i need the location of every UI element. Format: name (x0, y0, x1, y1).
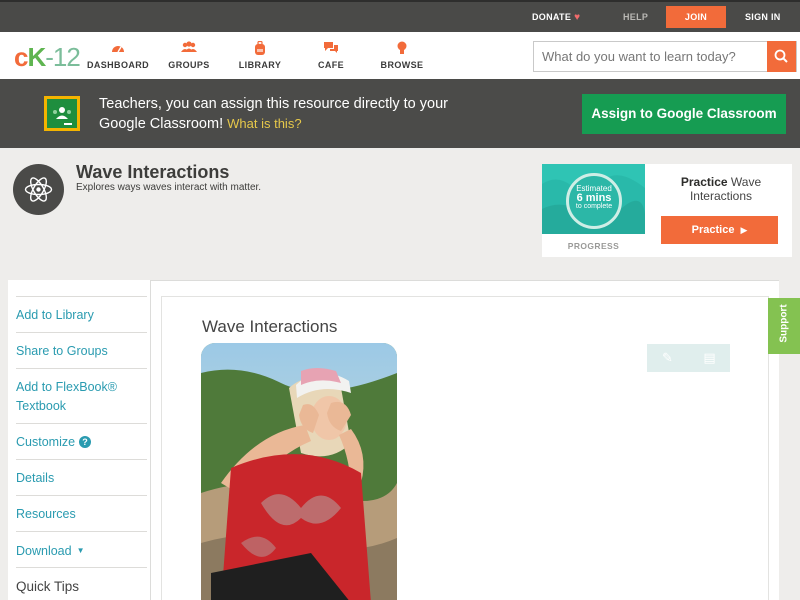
practice-card: Estimated 6 mins to complete PROGRESS Pr… (542, 164, 792, 257)
google-classroom-banner: Teachers, you can assign this resource d… (0, 79, 800, 148)
search-input[interactable] (534, 42, 769, 71)
practice-button[interactable]: Practice ▶ (661, 216, 778, 244)
logo-k: K (27, 42, 46, 72)
nav-groups[interactable]: GROUPS (149, 41, 229, 70)
support-tab[interactable]: Support (768, 298, 800, 354)
cafe-chat-icon (291, 41, 371, 57)
groups-people-icon (149, 41, 229, 57)
to-complete-label: to complete (575, 203, 613, 210)
sidebar-item-add-to-flexbook[interactable]: Add to FlexBook® Textbook (16, 368, 147, 416)
atom-icon (13, 164, 64, 215)
nav-groups-label: GROUPS (168, 60, 210, 70)
estimated-time-badge: Estimated 6 mins to complete (566, 173, 622, 229)
caret-down-icon: ▼ (76, 546, 85, 555)
notes-icon[interactable]: ▤ (689, 344, 730, 372)
download-label: Download (16, 544, 72, 558)
help-link[interactable]: HELP (623, 2, 648, 32)
chevron-right-icon: ▶ (740, 225, 748, 235)
estimated-mins: 6 mins (576, 192, 612, 204)
sidebar-item-download[interactable]: Download ▼ (16, 531, 147, 561)
page-subtitle: Explores ways waves interact with matter… (76, 182, 262, 193)
dashboard-gauge-icon (78, 41, 158, 57)
nav-browse[interactable]: BROWSE (362, 41, 442, 70)
nav-browse-label: BROWSE (380, 60, 424, 70)
help-question-icon[interactable]: ? (79, 436, 92, 448)
girl-shouting-photo (201, 343, 397, 600)
content-title: Wave Interactions (202, 317, 338, 336)
content-tools: ✎ ▤ (647, 344, 730, 372)
ck12-logo[interactable]: cK-12 (14, 42, 81, 73)
sign-in-link[interactable]: SIGN IN (745, 2, 781, 32)
sidebar-item-resources[interactable]: Resources (16, 495, 147, 524)
progress-label: PROGRESS (567, 241, 620, 251)
search-icon (774, 49, 788, 63)
content-card: Wave Interactions ✎ ▤ (161, 296, 769, 600)
customize-label: Customize (16, 435, 76, 449)
sidebar-item-share-to-groups[interactable]: Share to Groups (16, 332, 147, 361)
donate-link[interactable]: DONATE ♥ (532, 2, 580, 32)
sidebar-item-quick-tips[interactable]: Quick Tips (16, 567, 147, 596)
practice-heading-bold: Practice (680, 175, 728, 189)
nav-cafe[interactable]: CAFE (291, 41, 371, 70)
browse-lightbulb-icon (362, 41, 442, 57)
sidebar-item-details[interactable]: Details (16, 459, 147, 488)
search-button[interactable] (767, 41, 796, 72)
nav-dashboard[interactable]: DASHBOARD (78, 41, 158, 70)
nav-dashboard-label: DASHBOARD (86, 60, 150, 70)
practice-button-label: Practice (691, 224, 735, 236)
nav-library-label: LIBRARY (238, 60, 282, 70)
donate-label: DONATE (532, 12, 572, 22)
main-nav: cK-12 DASHBOARD GROUPS LIBRARY CAFE BROW… (0, 32, 800, 79)
logo-c: c (14, 42, 29, 72)
google-classroom-icon (44, 96, 80, 131)
assign-google-classroom-button[interactable]: Assign to Google Classroom (582, 94, 786, 134)
classroom-message: Teachers, you can assign this resource d… (99, 94, 459, 134)
search-box (533, 41, 797, 72)
nav-library[interactable]: LIBRARY (220, 40, 300, 70)
pencil-icon[interactable]: ✎ (647, 344, 688, 372)
sidebar-item-add-to-library[interactable]: Add to Library (16, 296, 147, 325)
logo-12: -12 (45, 42, 81, 72)
support-label: Support (778, 304, 790, 343)
nav-cafe-label: CAFE (317, 60, 345, 70)
join-button[interactable]: JOIN (666, 6, 726, 28)
what-is-this-link[interactable]: What is this? (227, 116, 301, 131)
resource-sidebar: Add to Library Share to Groups Add to Fl… (8, 280, 151, 600)
utility-bar: DONATE ♥ HELP JOIN SIGN IN (0, 0, 800, 32)
heart-icon: ♥ (574, 12, 581, 23)
main-content: Wave Interactions ✎ ▤ (151, 280, 779, 600)
page-title: Wave Interactions (76, 162, 230, 182)
practice-heading: Practice Wave Interactions (661, 175, 781, 203)
library-backpack-icon (220, 40, 300, 57)
sidebar-item-customize[interactable]: Customize? (16, 423, 147, 452)
progress-graphic: Estimated 6 mins to complete (542, 164, 645, 234)
